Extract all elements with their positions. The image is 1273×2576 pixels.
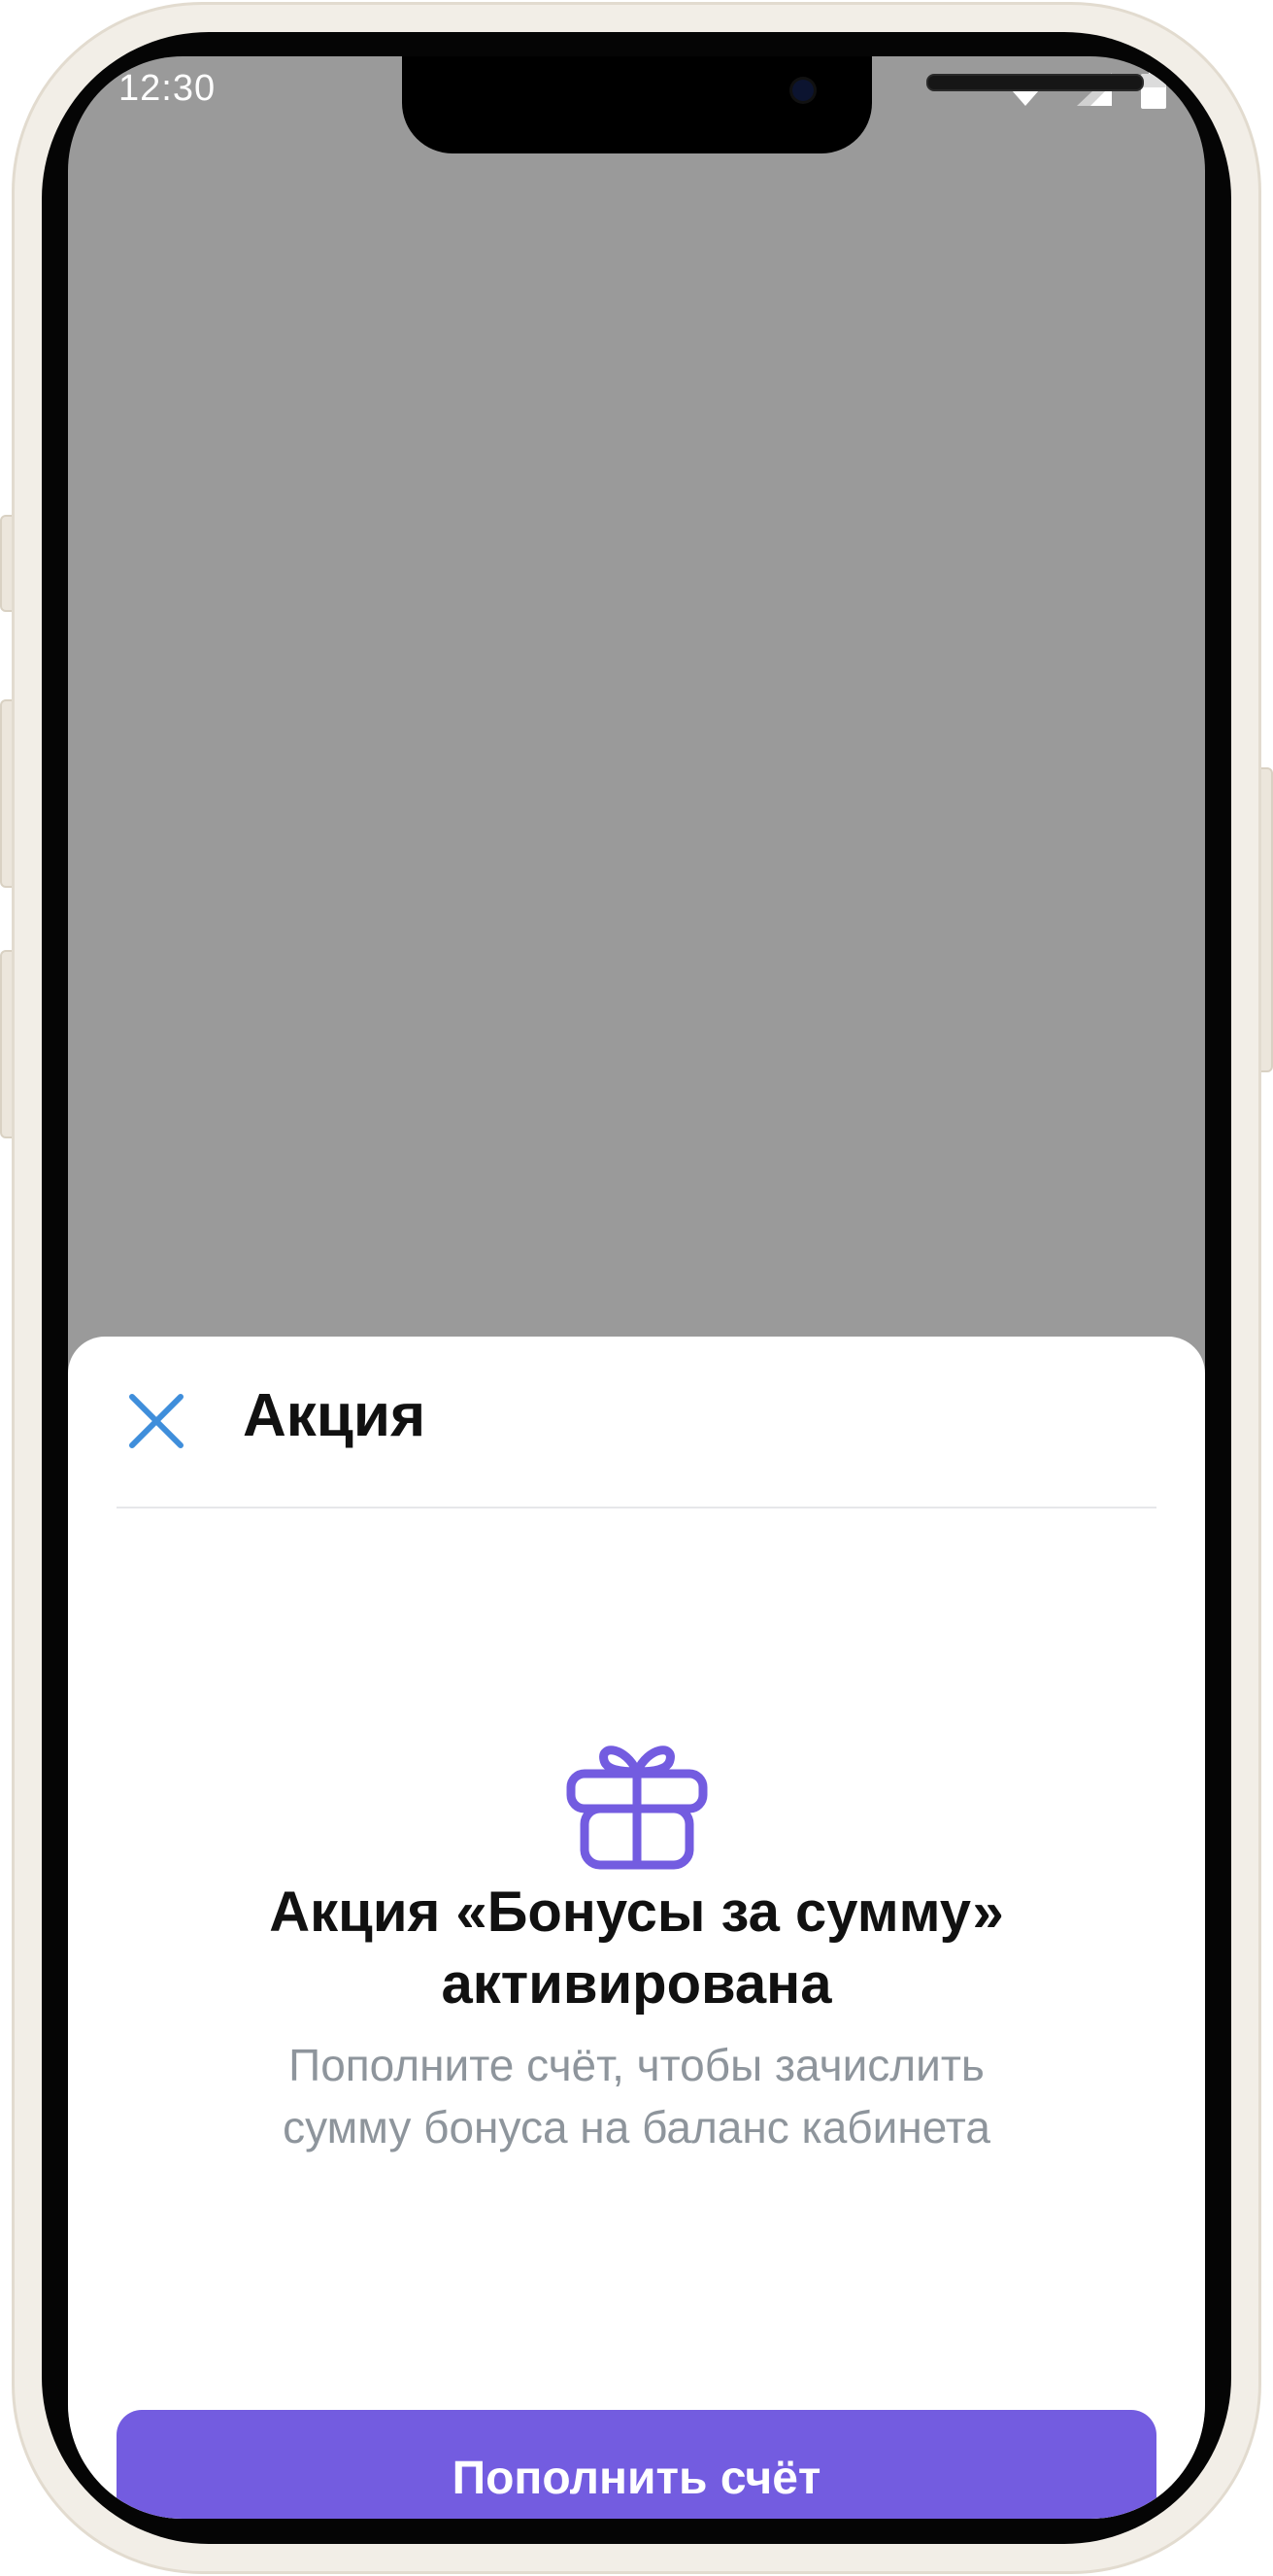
status-time: 12:30 [118,68,217,109]
camera-lens [792,80,814,101]
header-divider [117,1507,1156,1508]
promo-description-line2: сумму бонуса на баланс кабинета [283,2102,990,2152]
close-button[interactable] [122,1387,190,1455]
promo-description-line1: Пополните счёт, чтобы зачислить [288,2040,985,2090]
battery-icon [1141,70,1166,109]
promo-bottom-sheet: Акция Акция «Бонусы за сумму» активирова… [68,1337,1205,2519]
promo-headline-line1: Акция «Бонусы за сумму» [269,1881,1004,1944]
gift-icon [565,1727,709,1871]
camera-notch [402,56,1144,153]
promo-headline-line2: активирована [441,1952,832,2016]
promo-description: Пополните счёт, чтобы зачислить сумму бо… [136,2034,1137,2158]
speaker-grille [926,74,1144,91]
top-up-account-button[interactable]: Пополнить счёт [117,2410,1156,2519]
screen: 12:30 Акция Акция «Бонусы за сумму» акти… [68,56,1205,2519]
promo-headline: Акция «Бонусы за сумму» активирована [126,1877,1147,2020]
close-icon [129,1394,184,1448]
sheet-title: Акция [243,1382,426,1449]
device-mockup: 12:30 Акция Акция «Бонусы за сумму» акти… [0,0,1273,2576]
sheet-header: Акция [68,1337,1205,1507]
